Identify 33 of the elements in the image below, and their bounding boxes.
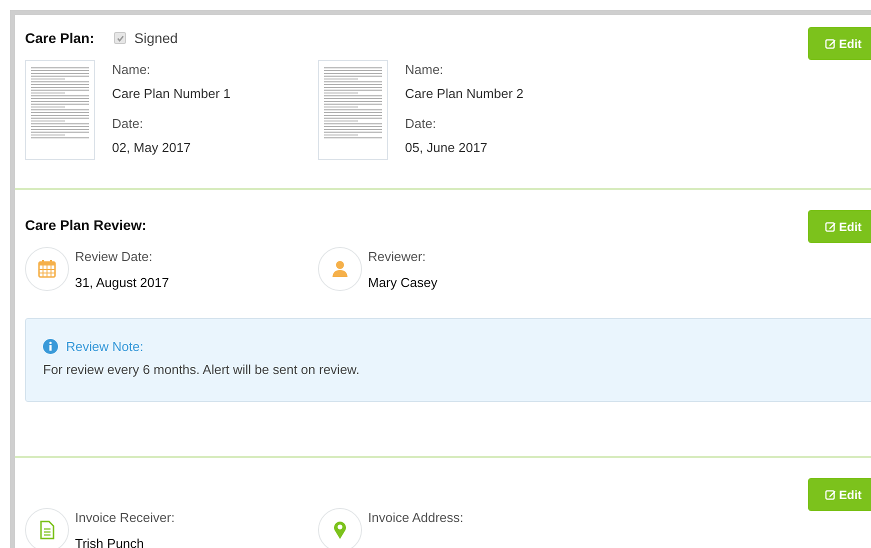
signed-label: Signed [134,30,178,46]
edit-icon [825,221,836,232]
field-value: 31, August 2017 [75,274,169,292]
edit-button[interactable]: Edit [808,478,871,511]
document-thumbnail[interactable] [25,60,95,160]
calendar-icon [25,247,69,291]
field-label: Invoice Receiver: [75,509,175,527]
document-date: 02, May 2017 [112,139,192,157]
name-label: Name: [405,61,444,79]
name-label: Name: [112,61,152,79]
signed-checkbox[interactable] [114,32,126,44]
edit-icon [825,489,836,500]
info-icon [43,339,58,354]
field-value: Mary Casey [368,274,438,292]
note-title: Review Note: [66,339,144,354]
edit-button[interactable]: Edit [808,210,871,243]
field-label: Invoice Address: [368,509,464,527]
edit-button[interactable]: Edit [808,27,871,60]
person-icon [318,247,362,291]
document-date: 05, June 2017 [405,139,488,157]
field-label: Reviewer: [368,248,427,266]
document-name: Care Plan Number 2 [405,85,524,103]
date-label: Date: [112,115,144,133]
note-text: For review every 6 months. Alert will be sent on review. [43,362,360,377]
date-label: Date: [405,115,438,133]
document-icon [25,508,69,548]
document-thumbnail[interactable] [318,60,388,160]
section-title: Care Plan: [25,30,94,46]
field-label: Review Date: [75,248,154,266]
edit-icon [825,38,836,49]
section-title: Care Plan Review: [25,217,146,233]
field-value: Trish Punch [75,535,145,548]
document-name: Care Plan Number 1 [112,85,230,103]
